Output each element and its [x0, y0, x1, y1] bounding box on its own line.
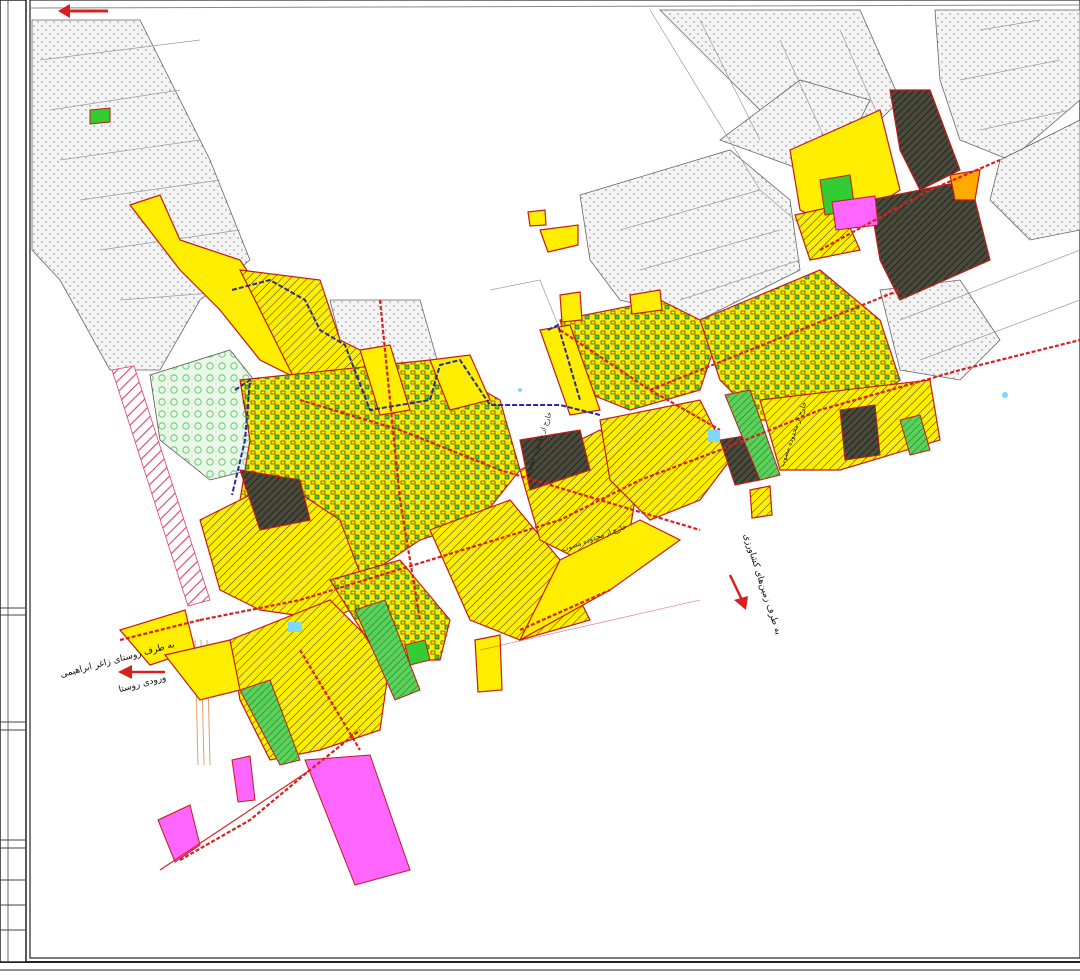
map-legend-frame: [0, 0, 27, 963]
land-use-map: به طرف روستای زاغر ابراهیمی ورودی روستا …: [0, 0, 1080, 976]
map-canvas: به طرف روستای زاغر ابراهیمی ورودی روستا …: [0, 0, 1080, 976]
